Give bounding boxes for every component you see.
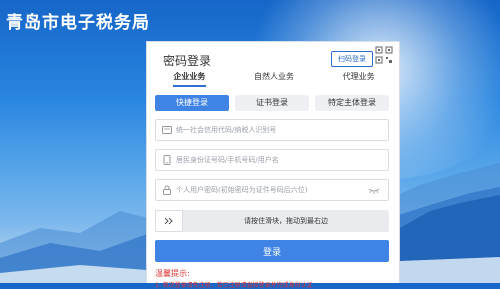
taxpayer-id-input[interactable] [176,126,366,134]
slider-instruction: 请按住滑块，拖动到最右边 [244,217,328,225]
tab-individual[interactable]: 自然人业务 [232,70,317,88]
tips-text: 1. 首次登录请先注册，若已注册请直接登录并完成身份认证 [155,282,313,289]
quick-login-tab[interactable]: 快捷登录 [155,95,229,111]
password-field [155,179,389,201]
qr-code-icon[interactable] [375,46,393,64]
slider-handle[interactable] [155,210,183,232]
account-input[interactable] [176,156,366,164]
panel-title: 密码登录 [163,54,212,68]
double-chevron-right-icon [164,217,173,225]
certificate-login-tab[interactable]: 证书登录 [235,95,309,111]
taxpayer-id-field [155,119,389,141]
tab-enterprise[interactable]: 企业业务 [147,70,232,88]
business-tabs: 企业业务 自然人业务 代理业务 [147,70,401,88]
tab-agency[interactable]: 代理业务 [316,70,401,88]
site-title: 青岛市电子税务局 [6,13,150,33]
specific-entity-login-tab[interactable]: 特定主体登录 [315,95,389,111]
login-method-tabs: 快捷登录 证书登录 特定主体登录 [155,95,389,111]
id-card-icon [162,126,172,134]
account-field [155,149,389,171]
password-input[interactable] [176,186,366,194]
lock-icon [163,185,171,195]
hidden-password-eye-icon[interactable] [368,185,380,195]
login-button[interactable]: 登录 [155,240,389,262]
phone-icon [163,155,171,165]
login-panel: 密码登录 扫码登录 企业业务 自然人业务 代理业务 快捷登录 证书登录 特定主体… [146,41,401,289]
qr-login-button[interactable]: 扫码登录 [331,51,373,67]
tips-title: 温馨提示: [155,269,190,278]
slider-captcha: 请按住滑块，拖动到最右边 [155,210,389,232]
